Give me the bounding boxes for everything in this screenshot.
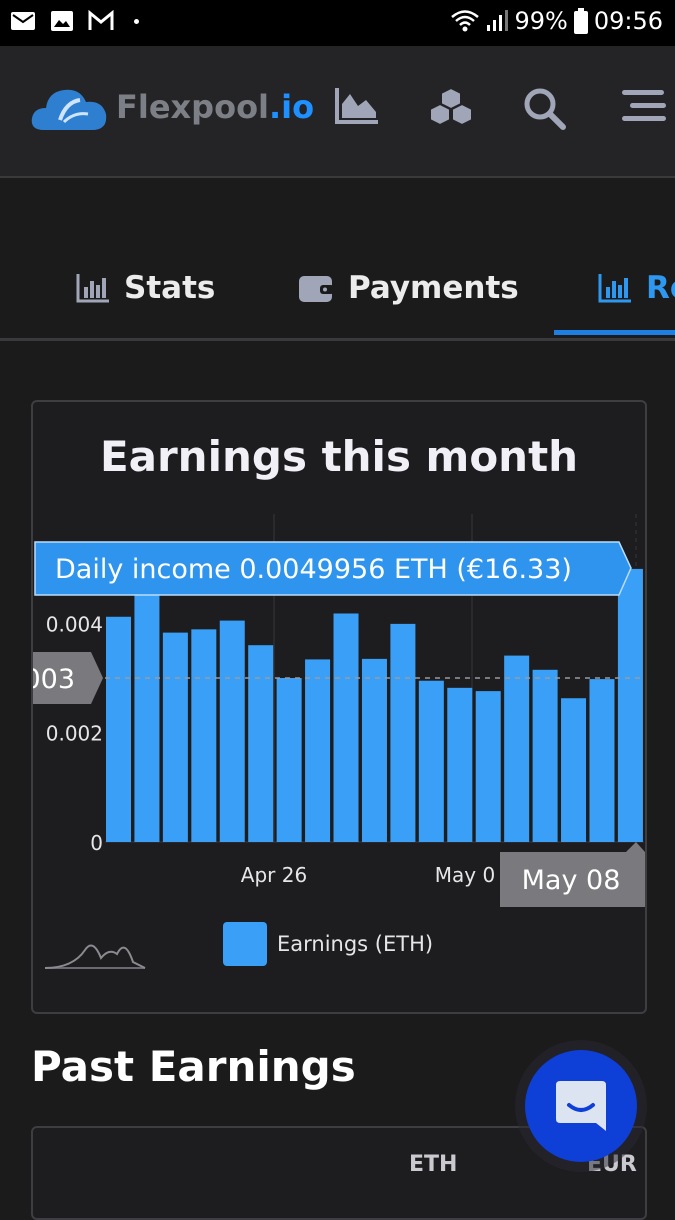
- chart-bar: [191, 629, 217, 842]
- logo-text: Flexpool.io: [116, 88, 315, 126]
- tab-label: Payments: [348, 270, 519, 306]
- chart-bar: [106, 616, 131, 842]
- past-earnings-title: Past Earnings: [31, 1042, 356, 1091]
- wallet-icon: [299, 276, 334, 302]
- chart-bar: [418, 680, 444, 842]
- chart-bar: [589, 679, 615, 842]
- logo[interactable]: Flexpool.io: [30, 82, 314, 132]
- app-header: Flexpool.io: [0, 46, 675, 178]
- flexpool-logo-icon: [31, 89, 107, 130]
- blocks-icon[interactable]: [428, 86, 474, 128]
- chart-bar: [162, 632, 188, 842]
- chat-icon: [556, 1081, 606, 1131]
- crosshair-x-label: May 08: [522, 865, 621, 896]
- tab-label: Stats: [124, 270, 216, 306]
- chart-bar: [390, 623, 416, 842]
- bar-chart-icon: [76, 274, 109, 303]
- tab-rewards[interactable]: Re: [598, 270, 675, 306]
- chart-bar: [475, 691, 501, 842]
- search-icon[interactable]: [522, 86, 566, 130]
- y-tick-label: 0.002: [46, 722, 103, 746]
- chart-bar: [447, 687, 473, 842]
- image-icon: [51, 11, 73, 31]
- chart-bar: [504, 655, 530, 842]
- active-tab-indicator: [554, 330, 675, 335]
- chart-bar: [134, 582, 160, 842]
- chart-bar: [219, 620, 245, 842]
- x-tick-label: May 0: [435, 863, 495, 887]
- chart-bar: [333, 613, 359, 842]
- battery-icon: [573, 8, 588, 34]
- chart-bar: [305, 659, 331, 842]
- status-bar: 99% 09:56: [0, 0, 675, 46]
- y-tick-label: 0.004: [46, 612, 103, 636]
- clock: 09:56: [593, 7, 663, 35]
- y-tick-label: 0: [90, 831, 103, 855]
- tab-stats[interactable]: Stats: [76, 270, 215, 306]
- tab-bar: Stats Payments Re: [0, 178, 675, 341]
- area-chart-icon[interactable]: [334, 86, 380, 126]
- earnings-chart[interactable]: 0 0.002 0.004 Apr 26 May 0 0.003 May 08 Daily i…: [33, 402, 645, 1012]
- tab-label: Re: [646, 270, 675, 306]
- earnings-chart-card: Earnings this month 0 0.002 0.004 Apr 26 May…: [31, 400, 647, 1014]
- bar-chart-icon: [598, 274, 631, 303]
- crosshair-y-label: 0.003: [33, 664, 75, 695]
- chart-bar: [361, 658, 387, 842]
- chart-bar: [248, 645, 274, 842]
- legend-label: Earnings (ETH): [277, 932, 433, 956]
- mini-chart-icon: [44, 944, 146, 969]
- x-tick-label: Apr 26: [241, 863, 307, 887]
- chart-bar: [617, 568, 643, 842]
- tooltip-text: Daily income 0.0049956 ETH (€16.33): [55, 554, 572, 585]
- chart-bar: [532, 669, 558, 842]
- gmail-icon: [88, 10, 114, 30]
- battery-percent: 99%: [514, 7, 568, 35]
- chart-bar: [561, 698, 587, 842]
- mail-icon: [11, 12, 35, 30]
- column-header-eth: ETH: [409, 1152, 458, 1177]
- tab-payments[interactable]: Payments: [298, 270, 519, 306]
- notification-dot: [134, 18, 139, 24]
- menu-icon[interactable]: [620, 86, 668, 126]
- chart-bar: [276, 678, 302, 842]
- signal-icon: [487, 10, 509, 31]
- chat-button[interactable]: [525, 1050, 637, 1162]
- legend-swatch: [223, 922, 267, 966]
- wifi-icon: [451, 10, 480, 32]
